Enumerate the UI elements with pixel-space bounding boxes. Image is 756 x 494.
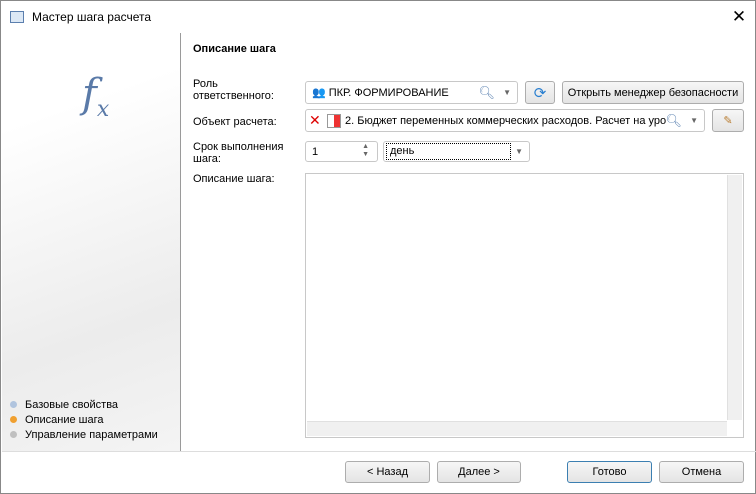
step-dot-icon [10, 401, 17, 408]
object-select[interactable]: ✕ 2. Бюджет переменных коммерческих расх… [305, 109, 705, 132]
description-label: Описание шага: [193, 173, 275, 185]
function-icon: fx [82, 71, 110, 122]
horizontal-scrollbar[interactable] [307, 421, 727, 436]
next-button[interactable]: Далее > [437, 461, 521, 483]
close-button[interactable]: ✕ [729, 7, 749, 27]
search-icon[interactable]: 🔍︎ [665, 113, 682, 129]
wizard-sidebar: fx Базовые свойства Описание шага Управл… [2, 33, 181, 451]
open-security-manager-button[interactable]: Открыть менеджер безопасности [562, 81, 744, 104]
users-icon: 👥 [312, 87, 326, 99]
spin-arrows-icon[interactable]: ▲ ▼ [362, 143, 369, 159]
edit-button[interactable]: ✎ [712, 109, 744, 132]
step-dot-icon [10, 431, 17, 438]
step-label: Описание шага [25, 413, 104, 426]
deadline-stepper[interactable]: 1 ▲ ▼ [305, 141, 378, 162]
step-label: Управление параметрами [25, 428, 158, 441]
section-title: Описание шага [193, 43, 276, 55]
step-parameters[interactable]: Управление параметрами [10, 427, 158, 442]
vertical-scrollbar[interactable] [727, 175, 742, 420]
deadline-unit-value: день [386, 143, 511, 160]
done-button[interactable]: Готово [567, 461, 652, 483]
step-label: Базовые свойства [25, 398, 119, 411]
deadline-unit-select[interactable]: день ▼ [383, 141, 530, 162]
clear-icon[interactable]: ✕ [309, 112, 323, 129]
role-value: ПКР. ФОРМИРОВАНИЕ [328, 86, 449, 99]
deadline-value: 1 [312, 145, 319, 158]
cube-icon [327, 113, 341, 128]
back-button[interactable]: < Назад [345, 461, 430, 483]
object-label: Объект расчета: [193, 116, 277, 128]
step-description[interactable]: Описание шага [10, 412, 158, 427]
step-basic[interactable]: Базовые свойства [10, 397, 158, 412]
search-icon[interactable]: 🔍︎ [478, 85, 495, 101]
refresh-button[interactable]: ⟳ [525, 81, 555, 104]
title-bar: Мастер шага расчета ✕ [1, 1, 756, 33]
description-textarea[interactable] [305, 173, 744, 438]
step-dot-icon [10, 416, 17, 423]
deadline-label: Срок выполнения шага: [193, 141, 284, 165]
window-title: Мастер шага расчета [32, 10, 152, 24]
chevron-down-icon[interactable]: ▼ [503, 88, 511, 97]
chevron-down-icon[interactable]: ▼ [515, 147, 523, 156]
cancel-button[interactable]: Отмена [659, 461, 744, 483]
wizard-window: Мастер шага расчета ✕ fx Базовые свойств… [0, 0, 756, 494]
role-select[interactable]: 👥 ПКР. ФОРМИРОВАНИЕ 🔍︎ ▼ [305, 81, 518, 104]
object-value: 2. Бюджет переменных коммерческих расход… [345, 114, 667, 127]
role-label: Роль ответственного: [193, 78, 274, 102]
chevron-down-icon[interactable]: ▼ [690, 116, 698, 125]
window-icon [10, 11, 24, 23]
